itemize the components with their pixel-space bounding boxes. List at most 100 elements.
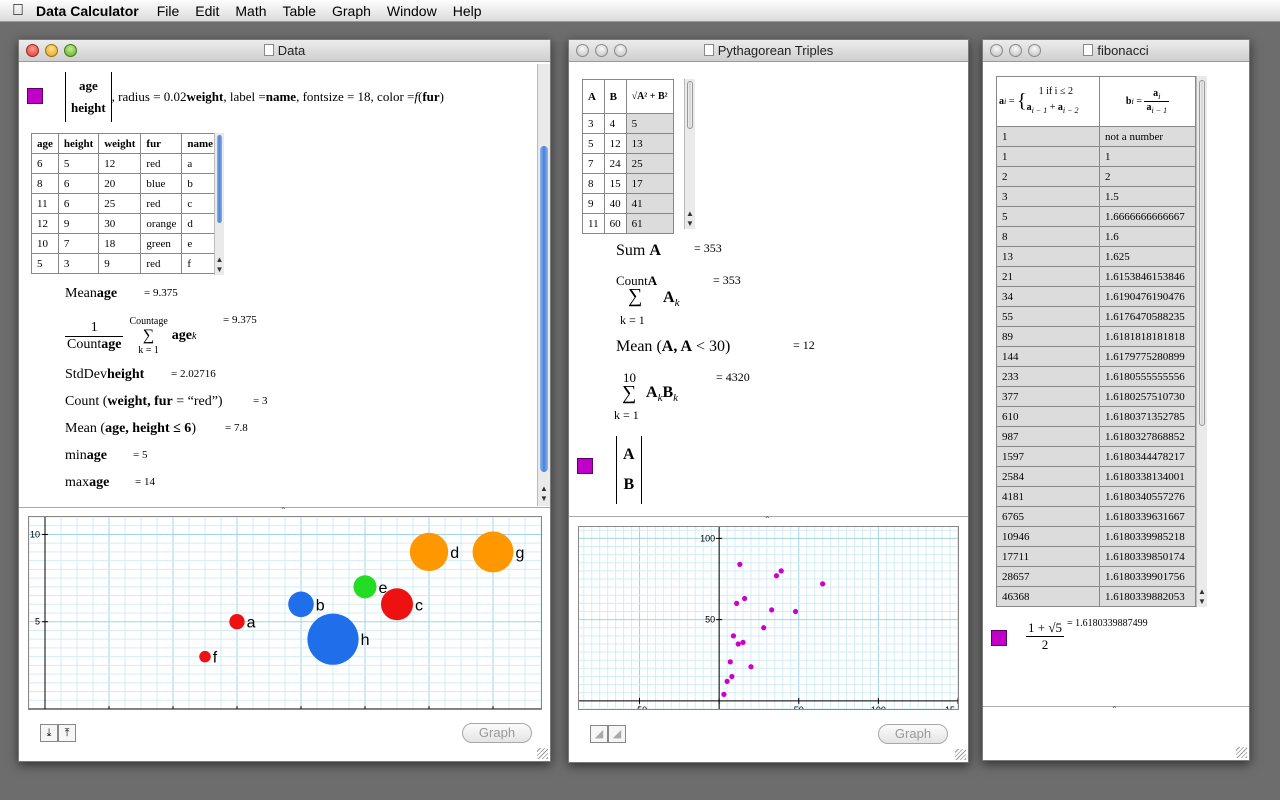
table-cell[interactable]: 3 bbox=[582, 113, 605, 134]
table-cell[interactable]: 1.6153846153846 bbox=[1099, 266, 1196, 287]
table-row[interactable]: 55 1.6176470588235 bbox=[996, 306, 1196, 327]
table-cell[interactable]: 2584 bbox=[996, 466, 1100, 487]
table-cell[interactable]: 55 bbox=[996, 306, 1100, 327]
table-cell[interactable]: 377 bbox=[996, 386, 1100, 407]
calc-mean-filter[interactable]: Mean (A, A < 30) bbox=[616, 338, 730, 356]
minimize-button[interactable] bbox=[595, 44, 608, 57]
table-cell[interactable]: 7 bbox=[582, 153, 605, 174]
table-cell[interactable]: 5 bbox=[57, 153, 100, 174]
table-cell[interactable]: 13 bbox=[996, 246, 1100, 267]
table-cell[interactable]: orange bbox=[140, 213, 183, 234]
table-cell[interactable]: 1597 bbox=[996, 446, 1100, 467]
table-cell[interactable]: 11 bbox=[31, 193, 59, 214]
table-cell[interactable]: 12 bbox=[98, 153, 142, 174]
table-row[interactable]: 11 6 25 red c bbox=[31, 193, 220, 214]
table-scrollbar[interactable]: ▲ ▼ bbox=[684, 79, 695, 229]
table-cell[interactable]: 3 bbox=[996, 186, 1100, 207]
menu-graph[interactable]: Graph bbox=[332, 3, 371, 19]
table-cell[interactable]: 1.6180555555556 bbox=[1099, 366, 1196, 387]
table-cell[interactable]: 987 bbox=[996, 426, 1100, 447]
table-scrollbar[interactable]: ▲ ▼ bbox=[1196, 76, 1207, 607]
table-cell[interactable]: 610 bbox=[996, 406, 1100, 427]
table-cell[interactable]: 7 bbox=[57, 233, 100, 254]
table-cell[interactable]: 1.625 bbox=[1099, 246, 1196, 267]
minimize-button[interactable] bbox=[45, 44, 58, 57]
table-cell[interactable]: c bbox=[181, 193, 220, 214]
table-cell[interactable]: 1 bbox=[996, 146, 1100, 167]
table-cell[interactable]: 4181 bbox=[996, 486, 1100, 507]
data-table[interactable]: age height weight fur name 6 5 12 red a 8 6 20 blue b… bbox=[31, 133, 220, 274]
zoom-button[interactable] bbox=[614, 44, 627, 57]
table-cell[interactable]: 89 bbox=[996, 326, 1100, 347]
table-cell[interactable]: 1.6180339850174 bbox=[1099, 546, 1196, 567]
table-cell[interactable]: 1.5 bbox=[1099, 186, 1196, 207]
table-row[interactable]: 8 6 20 blue b bbox=[31, 173, 220, 194]
scroll-down-arrow[interactable]: ▼ bbox=[215, 265, 224, 275]
graph-tool-button[interactable]: ◢ bbox=[590, 725, 608, 743]
scroll-up-arrow[interactable]: ▲ bbox=[685, 209, 695, 219]
triples-scatter-chart[interactable]: −50 50 100 15 50 100 bbox=[578, 526, 959, 715]
table-cell[interactable]: d bbox=[181, 213, 220, 234]
table-row[interactable]: 5 1.6666666666667 bbox=[996, 206, 1196, 227]
zoom-button[interactable] bbox=[64, 44, 77, 57]
table-row[interactable]: 6765 1.6180339631667 bbox=[996, 506, 1196, 527]
table-cell[interactable]: 5 bbox=[31, 253, 59, 274]
fibonacci-table[interactable]: ai = { 1 if i ≤ 2 ai − 1 + ai − 2 bi = a… bbox=[996, 76, 1196, 607]
table-cell[interactable]: 1.6180257510730 bbox=[1099, 386, 1196, 407]
calc-mean-height[interactable]: Mean (age, height ≤ 6) bbox=[65, 421, 196, 437]
calc-sum[interactable]: Sum A bbox=[616, 242, 661, 260]
table-row[interactable]: 17711 1.6180339850174 bbox=[996, 546, 1196, 567]
table-row[interactable]: 11 60 61 bbox=[582, 213, 674, 234]
table-cell[interactable]: 3 bbox=[57, 253, 100, 274]
calc-sum-product[interactable]: 10 ∑ k = 1 AkBk bbox=[614, 370, 704, 426]
table-cell[interactable]: 30 bbox=[98, 213, 142, 234]
zoom-in-tool-button[interactable]: ⤓ bbox=[40, 724, 58, 742]
zoom-button[interactable] bbox=[1028, 44, 1041, 57]
resize-grip-icon[interactable] bbox=[537, 748, 548, 759]
worksheet-scrollbar[interactable]: ▲ ▼ bbox=[537, 64, 550, 506]
table-cell[interactable]: a bbox=[181, 153, 220, 174]
table-cell[interactable]: 40 bbox=[603, 193, 627, 214]
scroll-thumb[interactable] bbox=[687, 81, 693, 129]
table-cell[interactable]: red bbox=[140, 153, 183, 174]
resize-grip-icon[interactable] bbox=[955, 749, 966, 760]
table-row[interactable]: 12 9 30 orange d bbox=[31, 213, 220, 234]
table-cell[interactable]: 12 bbox=[31, 213, 59, 234]
table-cell[interactable]: 18 bbox=[98, 233, 142, 254]
table-cell[interactable]: 5 bbox=[625, 113, 674, 134]
table-cell[interactable]: green bbox=[140, 233, 183, 254]
table-cell[interactable]: 1 bbox=[1099, 146, 1196, 167]
graph-button[interactable]: Graph bbox=[462, 723, 532, 743]
graph-color-swatch[interactable] bbox=[27, 88, 43, 104]
fibonacci-window-titlebar[interactable]: fibonacci bbox=[983, 40, 1249, 62]
table-cell[interactable]: 1.6180338134001 bbox=[1099, 466, 1196, 487]
table-row[interactable]: 610 1.6180371352785 bbox=[996, 406, 1196, 427]
pythagorean-window-titlebar[interactable]: Pythagorean Triples bbox=[569, 40, 968, 62]
table-row[interactable]: 28657 1.6180339901756 bbox=[996, 566, 1196, 587]
scroll-thumb[interactable] bbox=[540, 146, 548, 472]
table-cell[interactable]: 46368 bbox=[996, 586, 1100, 607]
table-cell[interactable]: red bbox=[140, 253, 183, 274]
table-row[interactable]: 46368 1.6180339882053 bbox=[996, 586, 1196, 607]
close-button[interactable] bbox=[26, 44, 39, 57]
table-cell[interactable]: 6 bbox=[57, 193, 100, 214]
table-cell[interactable]: 9 bbox=[98, 253, 142, 274]
table-cell[interactable]: 1.6180327868852 bbox=[1099, 426, 1196, 447]
scroll-down-arrow[interactable]: ▼ bbox=[1197, 597, 1207, 607]
table-row[interactable]: 22 bbox=[996, 166, 1196, 187]
scroll-thumb[interactable] bbox=[1199, 80, 1205, 426]
table-row[interactable]: 3 1.5 bbox=[996, 186, 1196, 207]
table-cell[interactable]: 17711 bbox=[996, 546, 1100, 567]
table-row[interactable]: 9 40 41 bbox=[582, 193, 674, 214]
table-cell[interactable]: 1.6176470588235 bbox=[1099, 306, 1196, 327]
table-cell[interactable]: 2 bbox=[996, 166, 1100, 187]
table-cell[interactable]: 6 bbox=[57, 173, 100, 194]
graph-color-swatch[interactable] bbox=[991, 630, 1007, 646]
table-cell[interactable]: 21 bbox=[996, 266, 1100, 287]
table-cell[interactable]: 1.6180371352785 bbox=[1099, 406, 1196, 427]
table-cell[interactable]: 9 bbox=[582, 193, 605, 214]
table-row[interactable]: 987 1.6180327868852 bbox=[996, 426, 1196, 447]
table-cell[interactable]: not a number bbox=[1099, 126, 1196, 147]
table-cell[interactable]: 25 bbox=[625, 153, 674, 174]
table-cell[interactable]: 233 bbox=[996, 366, 1100, 387]
